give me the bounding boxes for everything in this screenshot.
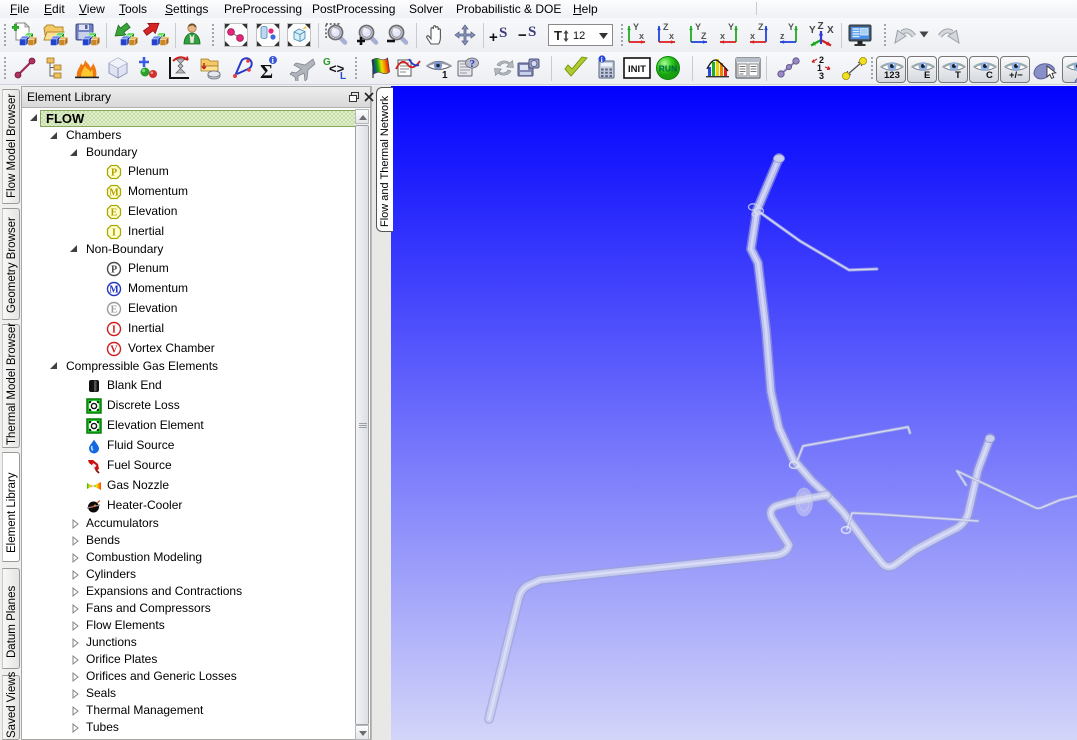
svg-text:Y: Y: [809, 25, 816, 36]
svg-text:X: X: [827, 25, 834, 36]
svg-text:E: E: [111, 304, 118, 315]
svg-text:+: +: [489, 29, 498, 46]
svg-text:z: z: [780, 31, 785, 41]
svg-text:Y: Y: [788, 22, 794, 32]
svg-text:Y: Y: [728, 22, 734, 32]
svg-text:x: x: [720, 31, 725, 41]
svg-text:E: E: [111, 208, 118, 219]
svg-text:x: x: [639, 31, 644, 41]
svg-text:INIT: INIT: [628, 64, 646, 75]
svg-text:Z: Z: [758, 22, 764, 32]
svg-text:L: L: [340, 71, 346, 80]
svg-text:I: I: [112, 324, 116, 335]
svg-text:M: M: [109, 284, 119, 295]
svg-text:?: ?: [470, 58, 476, 70]
svg-text:S: S: [528, 24, 536, 40]
svg-text:Z: Z: [818, 22, 824, 32]
svg-text:i: i: [601, 56, 603, 64]
svg-text:x: x: [669, 31, 674, 41]
svg-text:P: P: [111, 264, 117, 275]
svg-text:M: M: [109, 188, 119, 199]
svg-text:3: 3: [819, 71, 824, 81]
svg-text:1: 1: [442, 70, 448, 80]
svg-text:x: x: [750, 31, 755, 41]
svg-text:P: P: [111, 168, 117, 179]
svg-text:−: −: [518, 27, 527, 44]
svg-text:RUN: RUN: [659, 64, 677, 74]
svg-text:V: V: [110, 344, 118, 355]
svg-text:Z: Z: [701, 31, 707, 41]
svg-text:I: I: [112, 228, 116, 239]
svg-text:S: S: [499, 25, 507, 41]
